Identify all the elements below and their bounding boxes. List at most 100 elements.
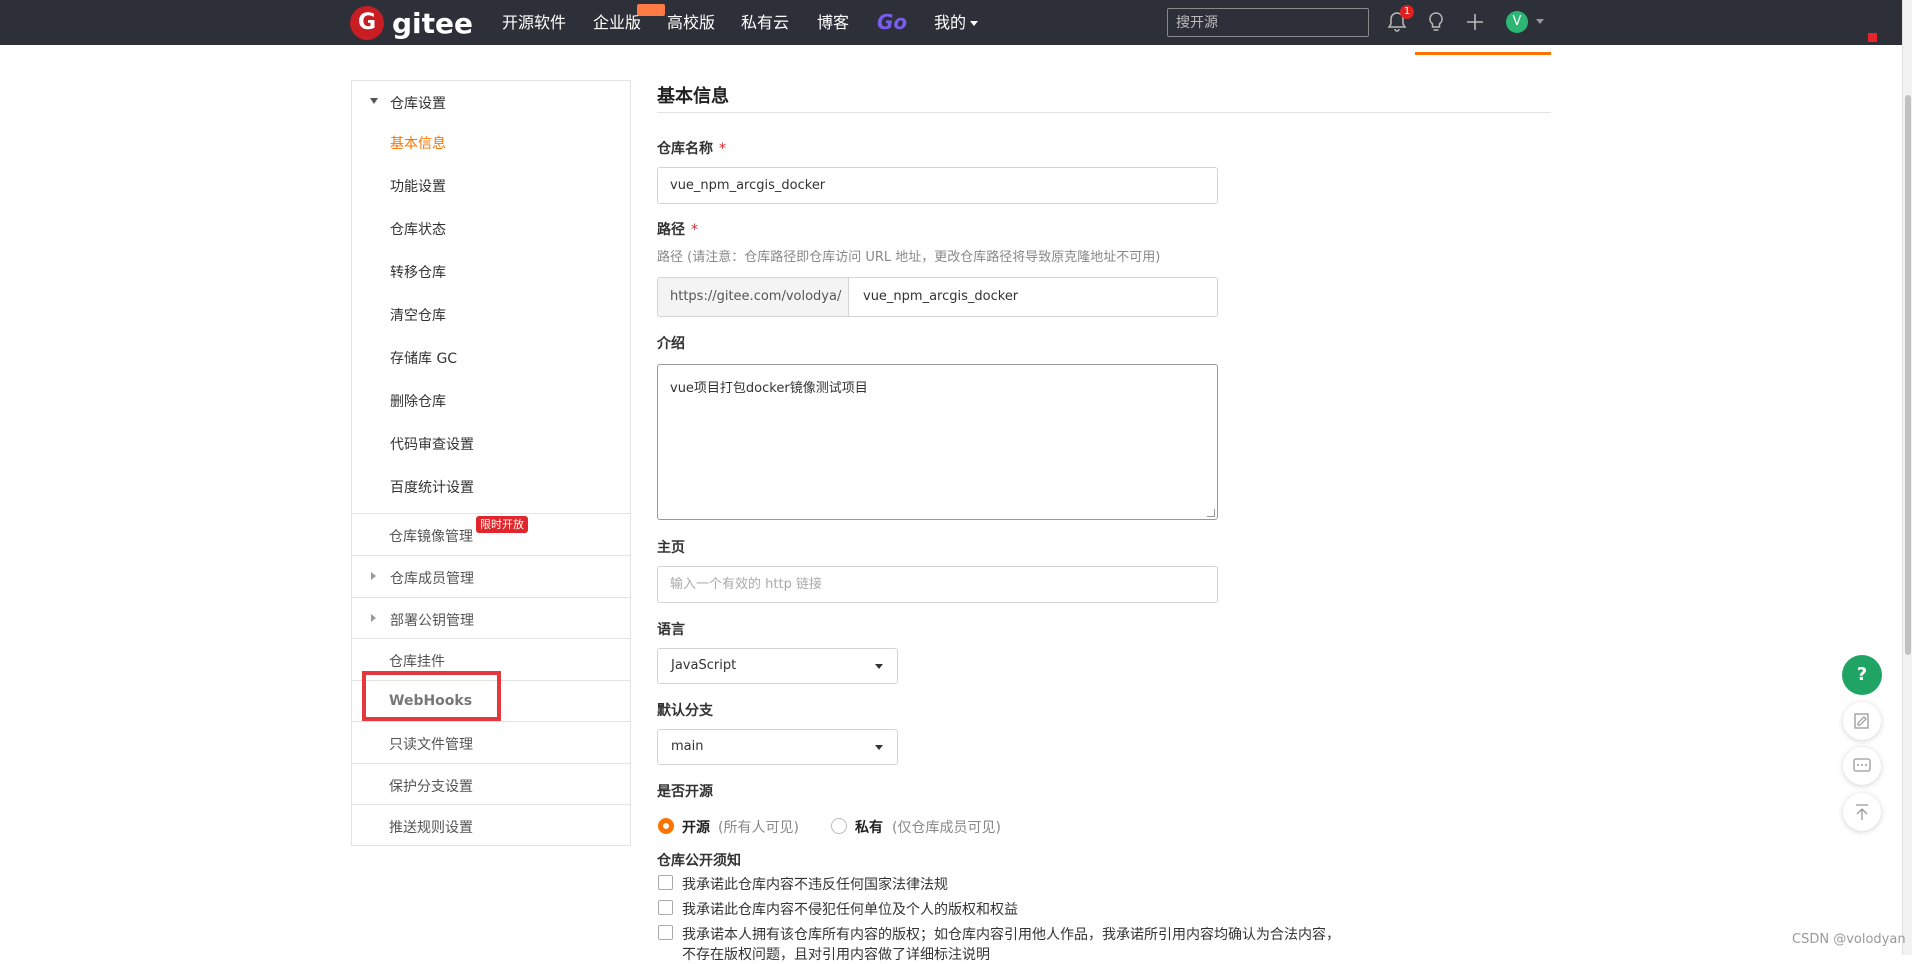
required-mark: *	[719, 141, 726, 157]
intro-textarea[interactable]: vue项目打包docker镜像测试项目	[657, 364, 1218, 520]
copyright-checkbox[interactable]	[658, 900, 673, 915]
law-compliance-checkbox[interactable]	[658, 875, 673, 890]
sidebar-item-code-review[interactable]: 代码审查设置	[390, 434, 474, 454]
watermark: CSDN @volodyan	[1792, 932, 1906, 947]
private-option-label[interactable]: 私有	[855, 817, 883, 837]
scrollbar-thumb[interactable]	[1905, 95, 1911, 655]
ownership-label-continued: 不存在版权问题，且对引用内容做了详细标注说明	[682, 947, 990, 963]
open-source-label: 是否开源	[657, 784, 713, 800]
enterprise-badge-icon	[637, 4, 665, 16]
sidebar-item-label: 仓库成员管理	[390, 571, 474, 587]
comment-icon	[1853, 758, 1871, 772]
path-input[interactable]: vue_npm_arcgis_docker	[848, 277, 1218, 317]
page-scrollbar[interactable]	[1902, 0, 1912, 955]
help-button[interactable]: ?	[1842, 655, 1882, 695]
edit-icon	[1854, 713, 1869, 729]
title-divider	[657, 112, 1551, 113]
nav-active-indicator	[1415, 52, 1551, 55]
sidebar-item-label: 部署公钥管理	[390, 613, 474, 629]
private-radio[interactable]	[831, 818, 847, 834]
repo-name-label: 仓库名称 *	[657, 138, 726, 158]
language-value: JavaScript	[671, 658, 737, 673]
nav-link-enterprise[interactable]: 企业版	[593, 0, 641, 45]
sidebar-item-mirror[interactable]: 仓库镜像管理 限时开放	[352, 513, 630, 555]
sidebar-item-clear[interactable]: 清空仓库	[390, 305, 446, 325]
caret-right-icon	[371, 572, 376, 580]
path-label-text: 路径	[657, 222, 685, 238]
nav-mine-label: 我的	[934, 13, 967, 32]
sidebar-item-baidu-stats[interactable]: 百度统计设置	[390, 477, 474, 497]
sidebar-item-members[interactable]: 仓库成员管理	[352, 555, 630, 597]
sidebar-item-label: 仓库挂件	[389, 654, 445, 670]
settings-sidebar: 仓库设置 基本信息 功能设置 仓库状态 转移仓库 清空仓库 存储库 GC 删除仓…	[351, 80, 631, 846]
sidebar-item-deploy-keys[interactable]: 部署公钥管理	[352, 597, 630, 639]
nav-link-open-source[interactable]: 开源软件	[502, 0, 566, 45]
feedback-button[interactable]	[1843, 702, 1881, 740]
comment-button[interactable]	[1843, 747, 1881, 785]
nav-link-education[interactable]: 高校版	[667, 0, 715, 45]
sidebar-item-basic-info[interactable]: 基本信息	[390, 133, 446, 153]
webhooks-highlight-box	[362, 671, 501, 721]
sidebar-item-gc[interactable]: 存储库 GC	[390, 348, 457, 368]
required-mark: *	[691, 222, 698, 238]
law-compliance-label[interactable]: 我承诺此仓库内容不违反任何国家法律法规	[682, 874, 948, 894]
ownership-label[interactable]: 我承诺本人拥有该仓库所有内容的版权；如仓库内容引用他人作品，我承诺所引用内容均确…	[682, 924, 1340, 944]
user-avatar[interactable]: V	[1506, 11, 1528, 33]
top-navbar: G gitee 开源软件 企业版 高校版 私有云 博客 Go 我的 1 V	[0, 0, 1912, 45]
repo-name-label-text: 仓库名称	[657, 141, 713, 157]
default-branch-value: main	[671, 739, 704, 754]
repo-name-input[interactable]: vue_npm_arcgis_docker	[657, 167, 1218, 204]
sidebar-item-protected-branches[interactable]: 保护分支设置	[352, 763, 630, 805]
homepage-label: 主页	[657, 540, 685, 556]
back-to-top-button[interactable]	[1843, 793, 1881, 831]
chevron-down-icon	[970, 21, 979, 26]
plus-icon[interactable]	[1463, 10, 1487, 34]
sidebar-section-repo-settings[interactable]: 仓库设置	[352, 81, 630, 121]
corner-marker	[1868, 33, 1877, 42]
search-input[interactable]	[1167, 8, 1369, 37]
ownership-checkbox[interactable]	[658, 925, 673, 940]
sidebar-item-label: 保护分支设置	[389, 779, 473, 795]
language-select[interactable]: JavaScript	[657, 648, 898, 684]
open-source-option-label[interactable]: 开源	[682, 817, 710, 837]
lightbulb-icon[interactable]	[1424, 10, 1448, 34]
sidebar-item-readonly-files[interactable]: 只读文件管理	[352, 721, 630, 763]
nav-link-private-cloud[interactable]: 私有云	[741, 0, 789, 45]
default-branch-label: 默认分支	[657, 703, 713, 719]
notification-count-badge: 1	[1400, 5, 1414, 19]
sidebar-item-push-rules[interactable]: 推送规则设置	[352, 804, 630, 846]
language-label: 语言	[657, 622, 685, 638]
gitee-logo[interactable]: G gitee	[350, 6, 473, 40]
path-prefix: https://gitee.com/volodya/	[657, 277, 848, 317]
public-notice-label: 仓库公开须知	[657, 853, 741, 869]
avatar-chevron-down-icon[interactable]	[1536, 19, 1544, 24]
intro-label: 介绍	[657, 336, 685, 352]
nav-link-blog[interactable]: 博客	[817, 0, 849, 45]
default-branch-select[interactable]: main	[657, 729, 898, 765]
path-label: 路径 *	[657, 219, 698, 239]
copyright-label[interactable]: 我承诺此仓库内容不侵犯任何单位及个人的版权和权益	[682, 899, 1018, 919]
path-hint: 路径 (请注意：仓库路径即仓库访问 URL 地址，更改仓库路径将导致原克隆地址不…	[657, 250, 1161, 265]
resize-grip-icon[interactable]	[1207, 509, 1215, 517]
private-note: (仅仓库成员可见)	[892, 820, 1001, 836]
sidebar-item-delete[interactable]: 删除仓库	[390, 391, 446, 411]
dropdown-arrow-icon	[875, 664, 883, 669]
nav-link-go[interactable]: Go	[877, 0, 907, 45]
caret-down-icon	[370, 98, 378, 104]
open-source-radio[interactable]	[658, 818, 674, 834]
homepage-input[interactable]: 输入一个有效的 http 链接	[657, 566, 1218, 603]
open-source-note: (所有人可见)	[718, 820, 799, 836]
gitee-logo-icon: G	[350, 6, 384, 40]
sidebar-item-transfer[interactable]: 转移仓库	[390, 262, 446, 282]
sidebar-item-features[interactable]: 功能设置	[390, 176, 446, 196]
nav-link-mine[interactable]: 我的	[934, 0, 979, 45]
dropdown-arrow-icon	[875, 745, 883, 750]
arrow-up-icon	[1856, 804, 1868, 820]
sidebar-item-label: 推送规则设置	[389, 820, 473, 836]
limited-badge: 限时开放	[476, 516, 528, 533]
intro-text: vue项目打包docker镜像测试项目	[670, 381, 868, 396]
sidebar-item-repo-status[interactable]: 仓库状态	[390, 219, 446, 239]
sidebar-item-label: 仓库镜像管理	[389, 529, 473, 545]
sidebar-item-label: 只读文件管理	[389, 737, 473, 753]
page-title: 基本信息	[657, 86, 729, 107]
